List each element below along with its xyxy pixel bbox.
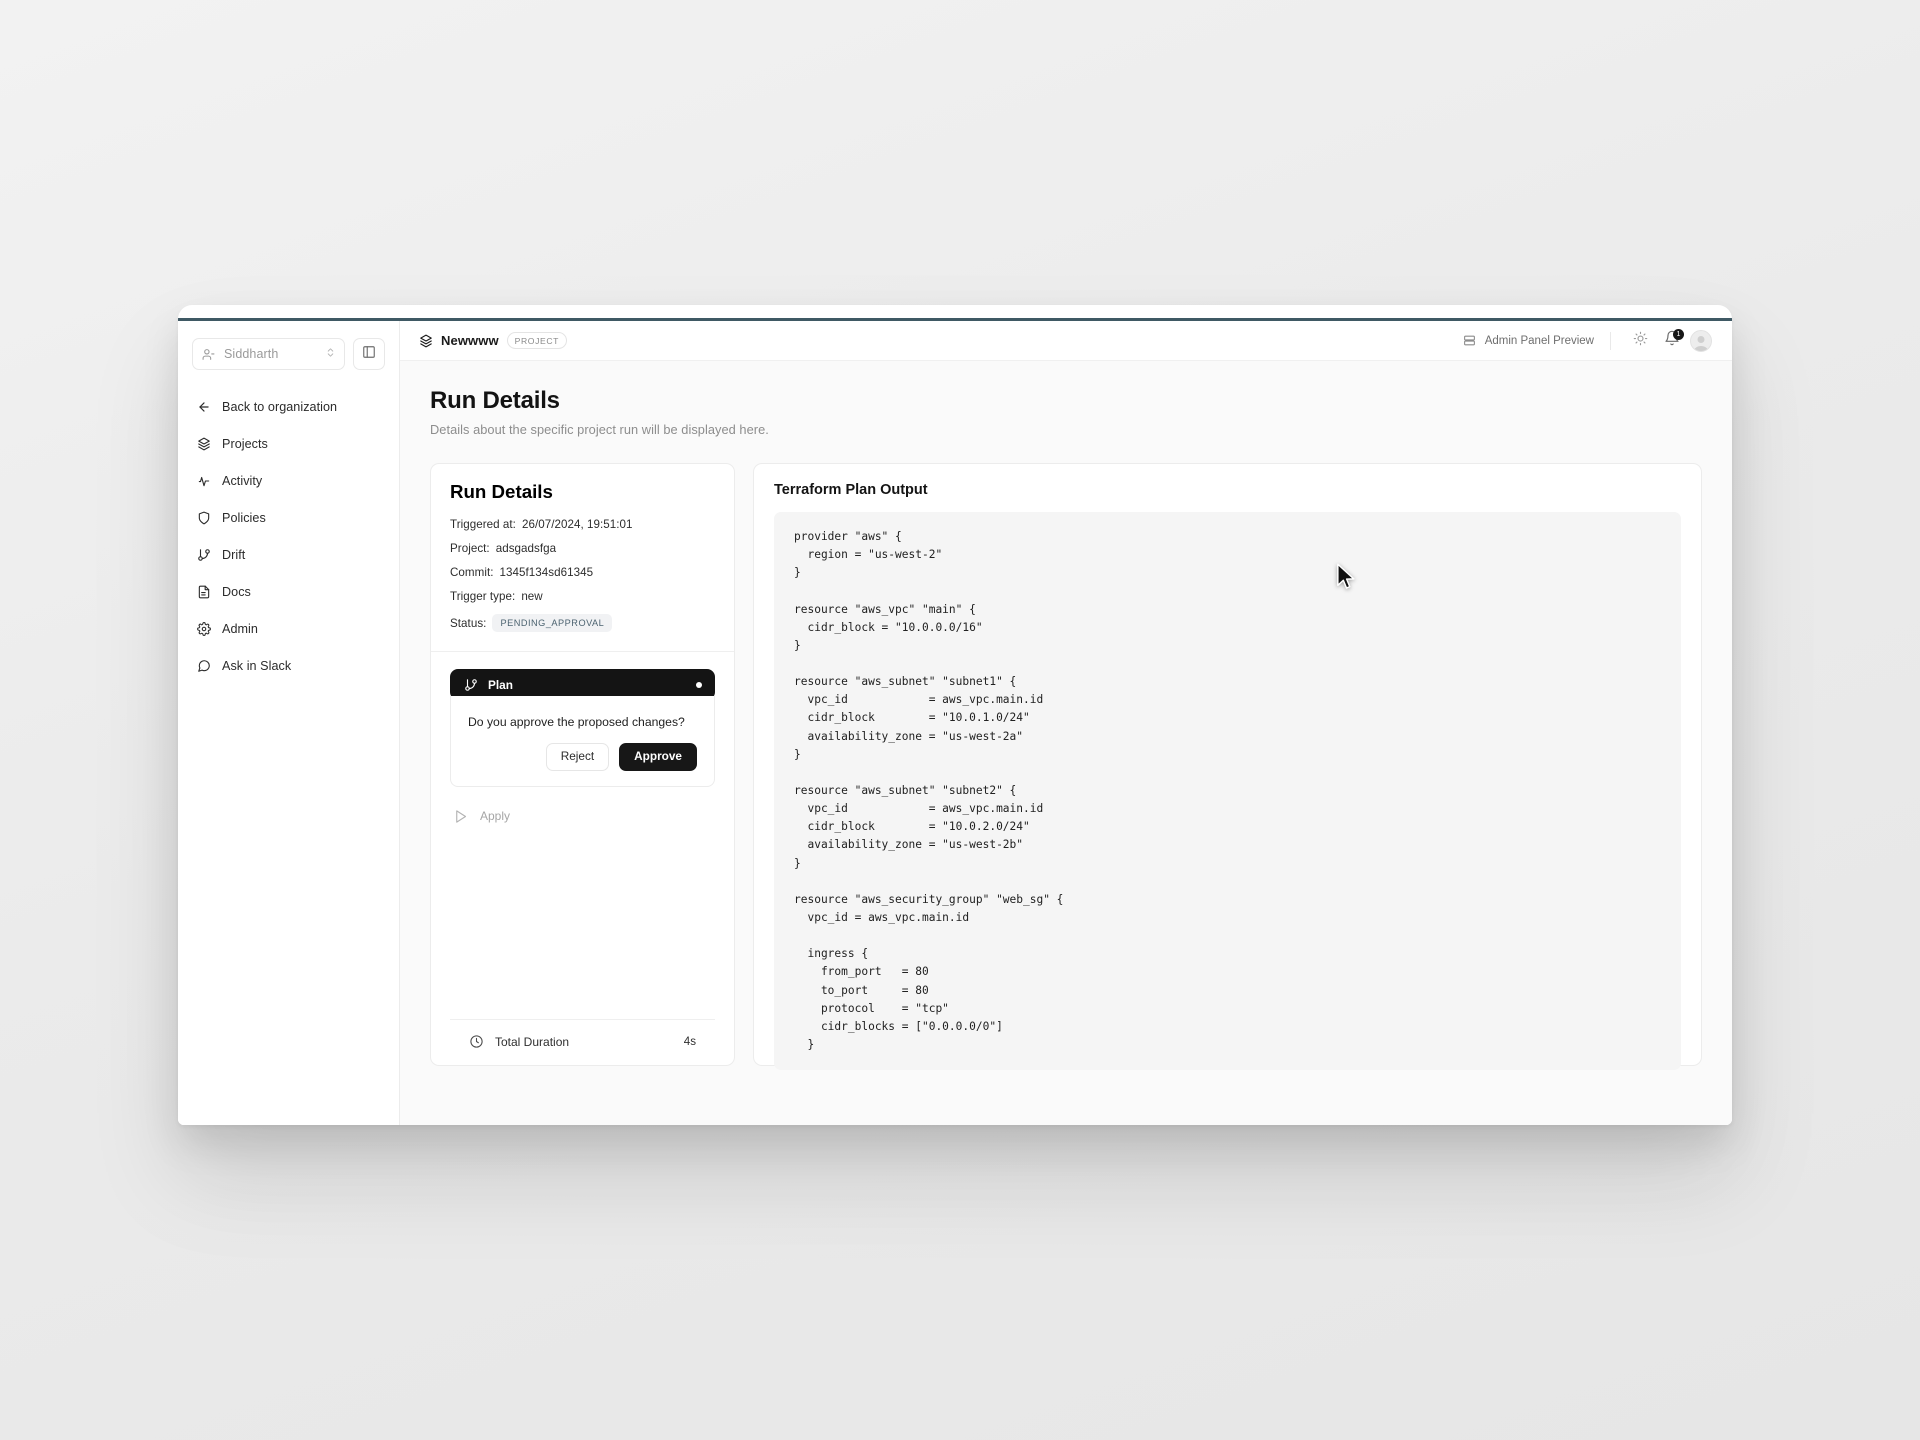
sidebar-item-policies[interactable]: Policies xyxy=(192,503,385,533)
git-branch-icon xyxy=(196,548,211,563)
org-selector-value: Siddharth xyxy=(224,347,279,361)
top-bar: Newwww PROJECT Admin Panel Preview 1 xyxy=(400,321,1732,361)
page-subtitle: Details about the specific project run w… xyxy=(430,422,769,437)
approval-prompt: Do you approve the proposed changes? Rej… xyxy=(450,696,715,787)
git-branch-icon xyxy=(463,677,478,692)
stage-status-dot xyxy=(696,681,702,688)
field-label: Status: xyxy=(450,616,487,630)
run-details-heading: Run Details xyxy=(450,481,553,502)
terraform-plan-code: provider "aws" { region = "us-west-2" } … xyxy=(774,512,1681,1071)
sidebar-item-label: Policies xyxy=(222,511,266,525)
field-trigger-type: Trigger type: new xyxy=(450,590,715,603)
admin-panel-preview-link[interactable]: Admin Panel Preview xyxy=(1462,333,1594,348)
field-value: 26/07/2024, 19:51:01 xyxy=(521,518,633,531)
sidebar-item-projects[interactable]: Projects xyxy=(192,429,385,459)
content-columns: Run Details Triggered at: 26/07/2024, 19… xyxy=(430,463,1702,1071)
notification-badge: 1 xyxy=(1673,328,1684,340)
admin-panel-preview-label: Admin Panel Preview xyxy=(1484,334,1594,347)
breadcrumb-project-name: Newwww xyxy=(441,333,499,348)
project-type-chip: PROJECT xyxy=(506,332,567,349)
approval-question: Do you approve the proposed changes? xyxy=(468,715,685,729)
main-content: Newwww PROJECT Admin Panel Preview 1 Run… xyxy=(400,321,1732,1125)
gear-icon xyxy=(196,622,211,637)
chevron-up-down-icon xyxy=(325,345,336,363)
total-duration-value: 4s xyxy=(683,1035,696,1048)
field-commit: Commit: 1345f134sd61345 xyxy=(450,566,715,579)
screenshot-canvas: Siddharth Back to organization Projects … xyxy=(0,0,1920,1440)
org-selector[interactable]: Siddharth xyxy=(192,338,345,370)
app-window: Siddharth Back to organization Projects … xyxy=(178,305,1732,1125)
page-title: Run Details xyxy=(430,387,560,414)
sidebar-item-label: Drift xyxy=(222,548,246,562)
user-icon xyxy=(201,347,216,362)
divider xyxy=(1610,331,1611,350)
field-triggered-at: Triggered at: 26/07/2024, 19:51:01 xyxy=(450,518,715,531)
field-label: Trigger type: xyxy=(450,590,516,603)
total-duration-label: Total Duration xyxy=(495,1034,570,1049)
field-label: Project: xyxy=(450,542,490,555)
sidebar-item-back-to-organization[interactable]: Back to organization xyxy=(192,392,385,422)
run-summary-column: Run Details Triggered at: 26/07/2024, 19… xyxy=(430,463,735,1066)
sidebar-item-label: Activity xyxy=(222,474,263,488)
field-label: Commit: xyxy=(450,566,494,579)
page-body: Run Details Details about the specific p… xyxy=(400,361,1732,1125)
stages-section: Plan Do you approve the proposed changes… xyxy=(431,652,734,1019)
clock-icon xyxy=(469,1034,484,1049)
field-value: 1345f134sd61345 xyxy=(499,566,594,579)
terraform-plan-title: Terraform Plan Output xyxy=(774,482,928,498)
run-details-panel: Run Details Triggered at: 26/07/2024, 19… xyxy=(430,463,735,1066)
sidebar: Siddharth Back to organization Projects … xyxy=(178,321,400,1125)
field-label: Triggered at: xyxy=(450,518,516,531)
field-value: new xyxy=(521,590,543,603)
sidebar-item-admin[interactable]: Admin xyxy=(192,614,385,644)
stage-apply-label: Apply xyxy=(480,809,511,824)
sidebar-nav: Back to organization Projects Activity P… xyxy=(192,392,385,681)
sidebar-item-label: Docs xyxy=(222,585,251,599)
status-badge: PENDING_APPROVAL xyxy=(492,614,613,632)
breadcrumb[interactable]: Newwww PROJECT xyxy=(418,332,567,349)
shield-icon xyxy=(196,511,211,526)
layers-icon xyxy=(196,437,211,452)
approve-button[interactable]: Approve xyxy=(619,743,697,771)
stage-name: Plan xyxy=(488,677,513,692)
sidebar-item-ask-in-slack[interactable]: Ask in Slack xyxy=(192,651,385,681)
sidebar-item-docs[interactable]: Docs xyxy=(192,577,385,607)
stage-apply-row[interactable]: Apply xyxy=(450,809,715,824)
field-value: adsgadsfga xyxy=(495,542,557,555)
reject-button[interactable]: Reject xyxy=(545,743,610,771)
play-icon xyxy=(453,809,468,824)
field-project: Project: adsgadsfga xyxy=(450,542,715,555)
duration-section: Total Duration 4s xyxy=(431,1019,734,1065)
sidebar-item-label: Ask in Slack xyxy=(222,659,292,673)
sidebar-item-activity[interactable]: Activity xyxy=(192,466,385,496)
run-details-fields: Triggered at: 26/07/2024, 19:51:01 Proje… xyxy=(450,518,715,632)
sidebar-toggle-button[interactable] xyxy=(353,338,385,370)
avatar[interactable] xyxy=(1690,329,1712,352)
sun-icon xyxy=(1633,331,1648,351)
total-duration-row: Total Duration 4s xyxy=(450,1019,715,1065)
layers-icon xyxy=(418,333,433,348)
sidebar-item-label: Admin xyxy=(222,622,258,636)
run-details-section: Run Details Triggered at: 26/07/2024, 19… xyxy=(431,464,734,652)
terraform-plan-card: Terraform Plan Output provider "aws" { r… xyxy=(753,463,1702,1071)
sidebar-item-label: Back to organization xyxy=(222,400,338,414)
field-status: Status: PENDING_APPROVAL xyxy=(450,614,715,632)
activity-pulse-icon xyxy=(196,474,211,489)
message-circle-icon xyxy=(196,659,211,674)
arrow-left-icon xyxy=(196,400,211,415)
panel-rows-icon xyxy=(1462,333,1477,348)
theme-toggle-button[interactable] xyxy=(1627,328,1653,354)
panel-left-icon xyxy=(362,345,376,364)
file-text-icon xyxy=(196,585,211,600)
terraform-output-column: Terraform Plan Output provider "aws" { r… xyxy=(753,463,1702,1071)
notifications-button[interactable]: 1 xyxy=(1659,328,1685,354)
sidebar-item-drift[interactable]: Drift xyxy=(192,540,385,570)
sidebar-item-label: Projects xyxy=(222,437,268,451)
